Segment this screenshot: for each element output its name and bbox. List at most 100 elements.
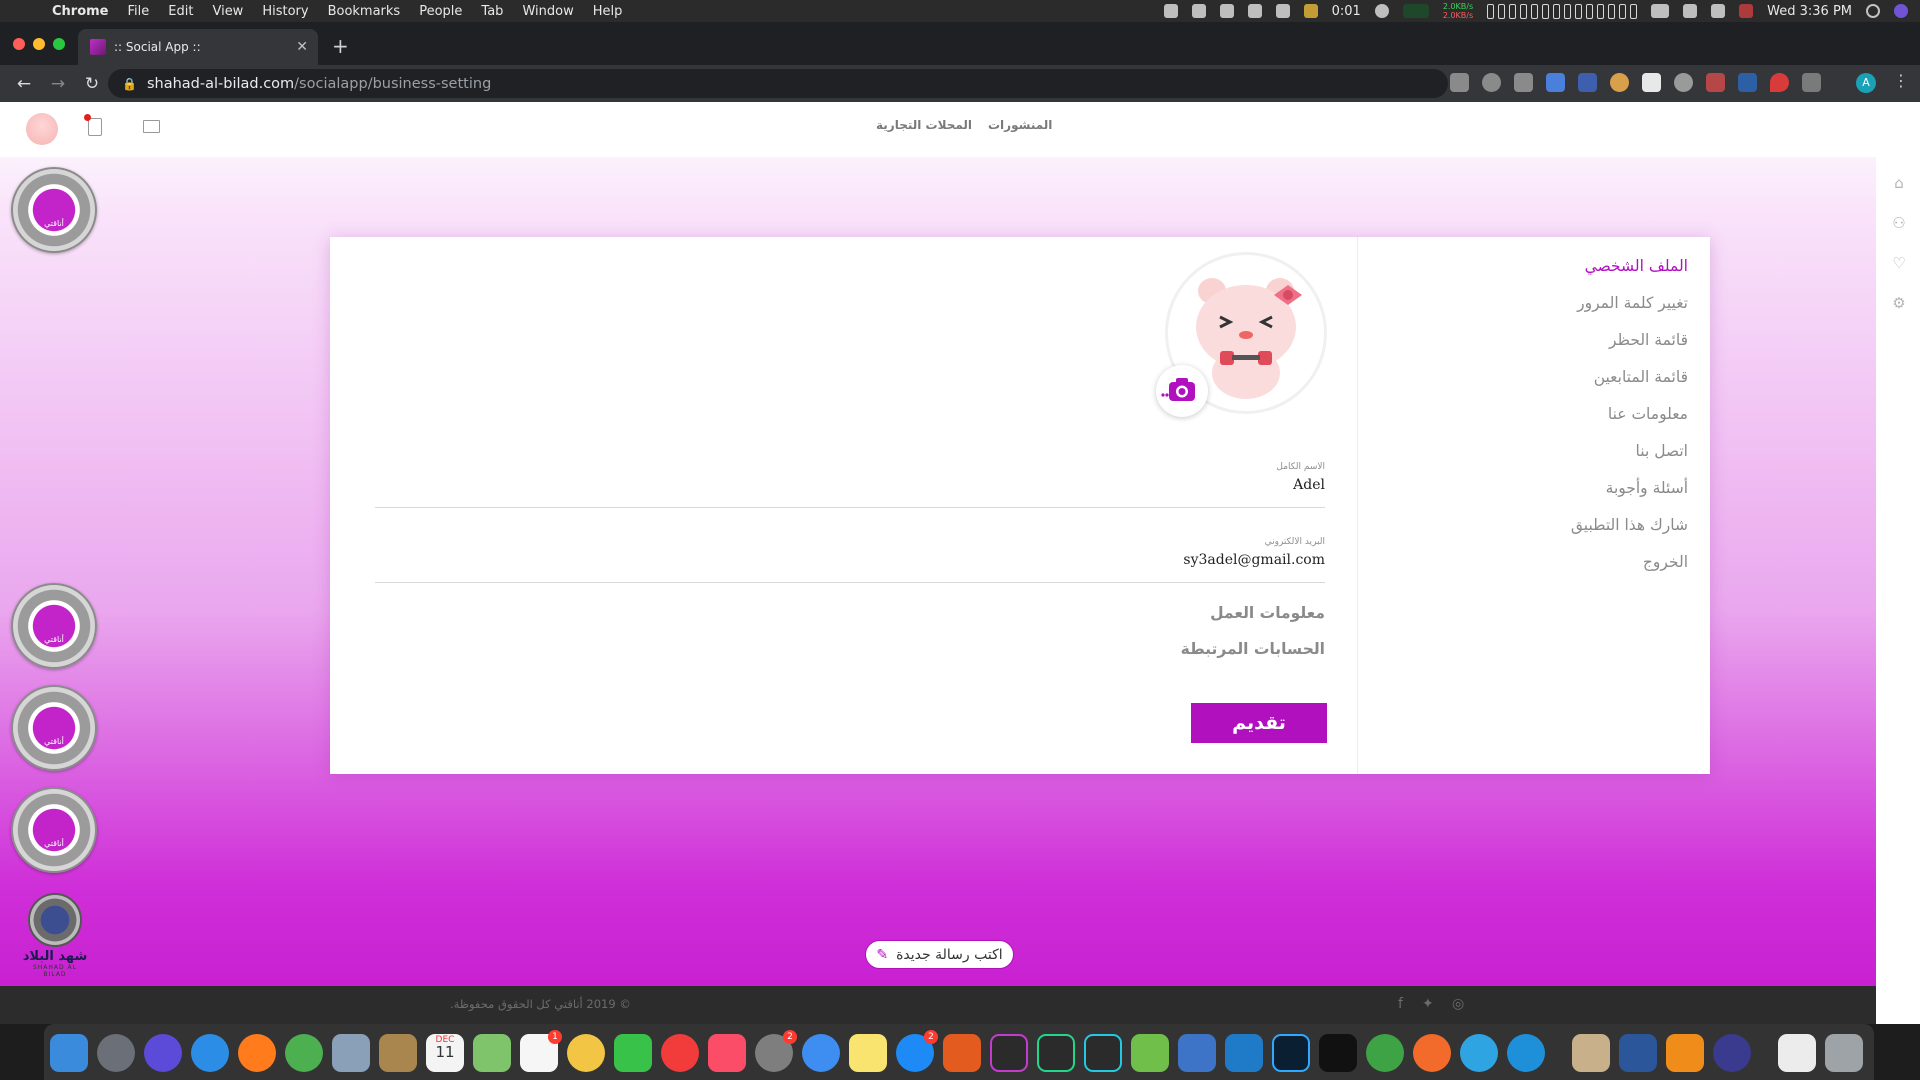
menu-tab[interactable]: Tab — [481, 4, 503, 19]
notifications-icon[interactable] — [84, 114, 102, 136]
chrome-menu-icon[interactable]: ⋮ — [1893, 71, 1909, 90]
color-picker-extension-icon[interactable] — [1642, 73, 1661, 92]
maps-icon[interactable] — [473, 1034, 511, 1072]
new-tab-button[interactable]: + — [332, 34, 349, 58]
dropbox-icon[interactable] — [1219, 4, 1234, 18]
quicktime-icon[interactable] — [1713, 1034, 1751, 1072]
phpstorm-icon[interactable] — [990, 1034, 1028, 1072]
brand-logo-badge[interactable]: أناقتي — [11, 787, 97, 873]
facebook-icon[interactable]: f — [1398, 996, 1403, 1012]
user-avatar[interactable] — [26, 113, 58, 145]
nav-link-posts[interactable]: المنشورات — [988, 118, 1052, 132]
people-icon[interactable]: ⚇ — [1890, 214, 1908, 232]
menu-file[interactable]: File — [128, 4, 150, 19]
site-logo[interactable]: شهد البلاد SHAHAD AL BILAD — [22, 893, 88, 978]
creative-cloud-icon[interactable] — [1191, 4, 1206, 18]
window-zoom-button[interactable] — [53, 38, 65, 50]
contacts-icon[interactable] — [379, 1034, 417, 1072]
bookmark-star-icon[interactable] — [1514, 73, 1533, 92]
mail-stamp-icon[interactable] — [332, 1034, 370, 1072]
vlc-dock-icon[interactable] — [1666, 1034, 1704, 1072]
menu-item-change-password[interactable]: تغيير كلمة المرور — [1370, 292, 1688, 329]
flag-us-icon[interactable] — [1739, 4, 1754, 18]
siri-dock-icon[interactable] — [144, 1034, 182, 1072]
siri-icon[interactable] — [1894, 4, 1908, 18]
tab-close-icon[interactable]: ✕ — [296, 39, 308, 55]
vlc-status-icon[interactable] — [1163, 4, 1178, 18]
android-studio-icon[interactable] — [1131, 1034, 1169, 1072]
address-bar[interactable]: 🔒 shahad-al-bilad.com /socialapp/busines… — [108, 69, 1448, 98]
terminal-icon[interactable] — [1319, 1034, 1357, 1072]
skype-icon[interactable] — [1507, 1034, 1545, 1072]
flag-extension-icon[interactable] — [1706, 73, 1725, 92]
virus-scanner-icon[interactable] — [1366, 1034, 1404, 1072]
gear-icon[interactable]: ⚙ — [1890, 294, 1908, 312]
photoshop-icon[interactable] — [1272, 1034, 1310, 1072]
lock-icon[interactable]: 🔒 — [122, 77, 137, 91]
timer-app-icon[interactable] — [1303, 4, 1318, 18]
music-icon[interactable] — [708, 1034, 746, 1072]
translate-extension-icon[interactable] — [1546, 73, 1565, 92]
swift-playgrounds-icon[interactable] — [1413, 1034, 1451, 1072]
back-arrow-icon[interactable]: ← — [14, 74, 34, 94]
firefox-icon[interactable] — [238, 1034, 276, 1072]
xcode-icon[interactable] — [1178, 1034, 1216, 1072]
reminders-icon[interactable]: 1 — [520, 1030, 562, 1072]
menu-bookmarks[interactable]: Bookmarks — [328, 4, 401, 19]
menu-item-contact[interactable]: اتصل بنا — [1370, 440, 1688, 477]
heart-icon[interactable]: ♡ — [1890, 254, 1908, 272]
save-extension-icon[interactable] — [1578, 73, 1597, 92]
menu-view[interactable]: View — [212, 4, 243, 19]
app-store-icon[interactable]: 2 — [896, 1030, 938, 1072]
launchpad-icon[interactable] — [97, 1034, 135, 1072]
menu-window[interactable]: Window — [522, 4, 573, 19]
news-icon[interactable] — [661, 1034, 699, 1072]
volume-icon[interactable] — [1711, 4, 1726, 18]
key-icon[interactable] — [1450, 73, 1469, 92]
forward-arrow-icon[interactable]: → — [48, 74, 68, 94]
finder-icon[interactable] — [50, 1034, 88, 1072]
telegram-icon[interactable] — [1460, 1034, 1498, 1072]
profile-avatar-icon[interactable]: A — [1856, 73, 1876, 93]
browser-tab-active[interactable]: :: Social App :: ✕ — [78, 29, 318, 65]
battery-icon[interactable] — [1651, 4, 1670, 18]
messages-icon[interactable] — [143, 120, 160, 133]
messages-dock-icon[interactable] — [802, 1034, 840, 1072]
menu-help[interactable]: Help — [593, 4, 623, 19]
email-field[interactable]: sy3adel@gmail.com — [1183, 552, 1325, 568]
airplay-icon[interactable] — [1683, 4, 1698, 18]
cookie-extension-icon[interactable] — [1610, 73, 1629, 92]
brand-logo-badge[interactable]: أناقتي — [11, 583, 97, 669]
facetime-icon[interactable] — [614, 1034, 652, 1072]
vscode-icon[interactable] — [1225, 1034, 1263, 1072]
instagram-icon[interactable]: ◎ — [1452, 996, 1464, 1012]
menu-item-followers[interactable]: قائمة المتابعين — [1370, 366, 1688, 403]
cpu-core-meters[interactable] — [1487, 3, 1638, 19]
chrome-icon[interactable] — [285, 1034, 323, 1072]
pie-status-icon[interactable] — [1374, 4, 1389, 18]
menu-edit[interactable]: Edit — [168, 4, 193, 19]
menu-item-faq[interactable]: أسئلة وأجوبة — [1370, 477, 1688, 514]
window-minimize-button[interactable] — [33, 38, 45, 50]
menu-item-about[interactable]: معلومات عنا — [1370, 403, 1688, 440]
twitter-icon[interactable]: ✦ — [1422, 996, 1434, 1012]
window-close-button[interactable] — [13, 38, 25, 50]
brand-logo-badge[interactable]: أناقتي — [11, 685, 97, 771]
code-extension-icon[interactable] — [1802, 73, 1821, 92]
menu-item-profile[interactable]: الملف الشخصي — [1370, 255, 1688, 292]
reload-icon[interactable]: ↻ — [82, 74, 102, 94]
cpu-graph-icon[interactable] — [1402, 4, 1429, 18]
location-pin-icon[interactable] — [1770, 73, 1789, 92]
menu-item-logout[interactable]: الخروج — [1370, 551, 1688, 588]
menu-history[interactable]: History — [262, 4, 308, 19]
webstorm-icon[interactable] — [1037, 1034, 1075, 1072]
timer-readout[interactable]: 0:01 — [1332, 4, 1361, 19]
system-preferences-icon[interactable]: 2 — [755, 1030, 797, 1072]
archive-utility-icon[interactable] — [1572, 1034, 1610, 1072]
nav-link-shops[interactable]: المحلات التجارية — [876, 118, 972, 132]
spotlight-search-icon[interactable] — [1866, 4, 1880, 18]
menu-item-share-app[interactable]: شارك هذا التطبيق — [1370, 514, 1688, 551]
network-speed[interactable]: 2.0KB/s 2.0KB/s — [1443, 2, 1473, 20]
menu-people[interactable]: People — [419, 4, 462, 19]
notes-icon[interactable] — [849, 1034, 887, 1072]
